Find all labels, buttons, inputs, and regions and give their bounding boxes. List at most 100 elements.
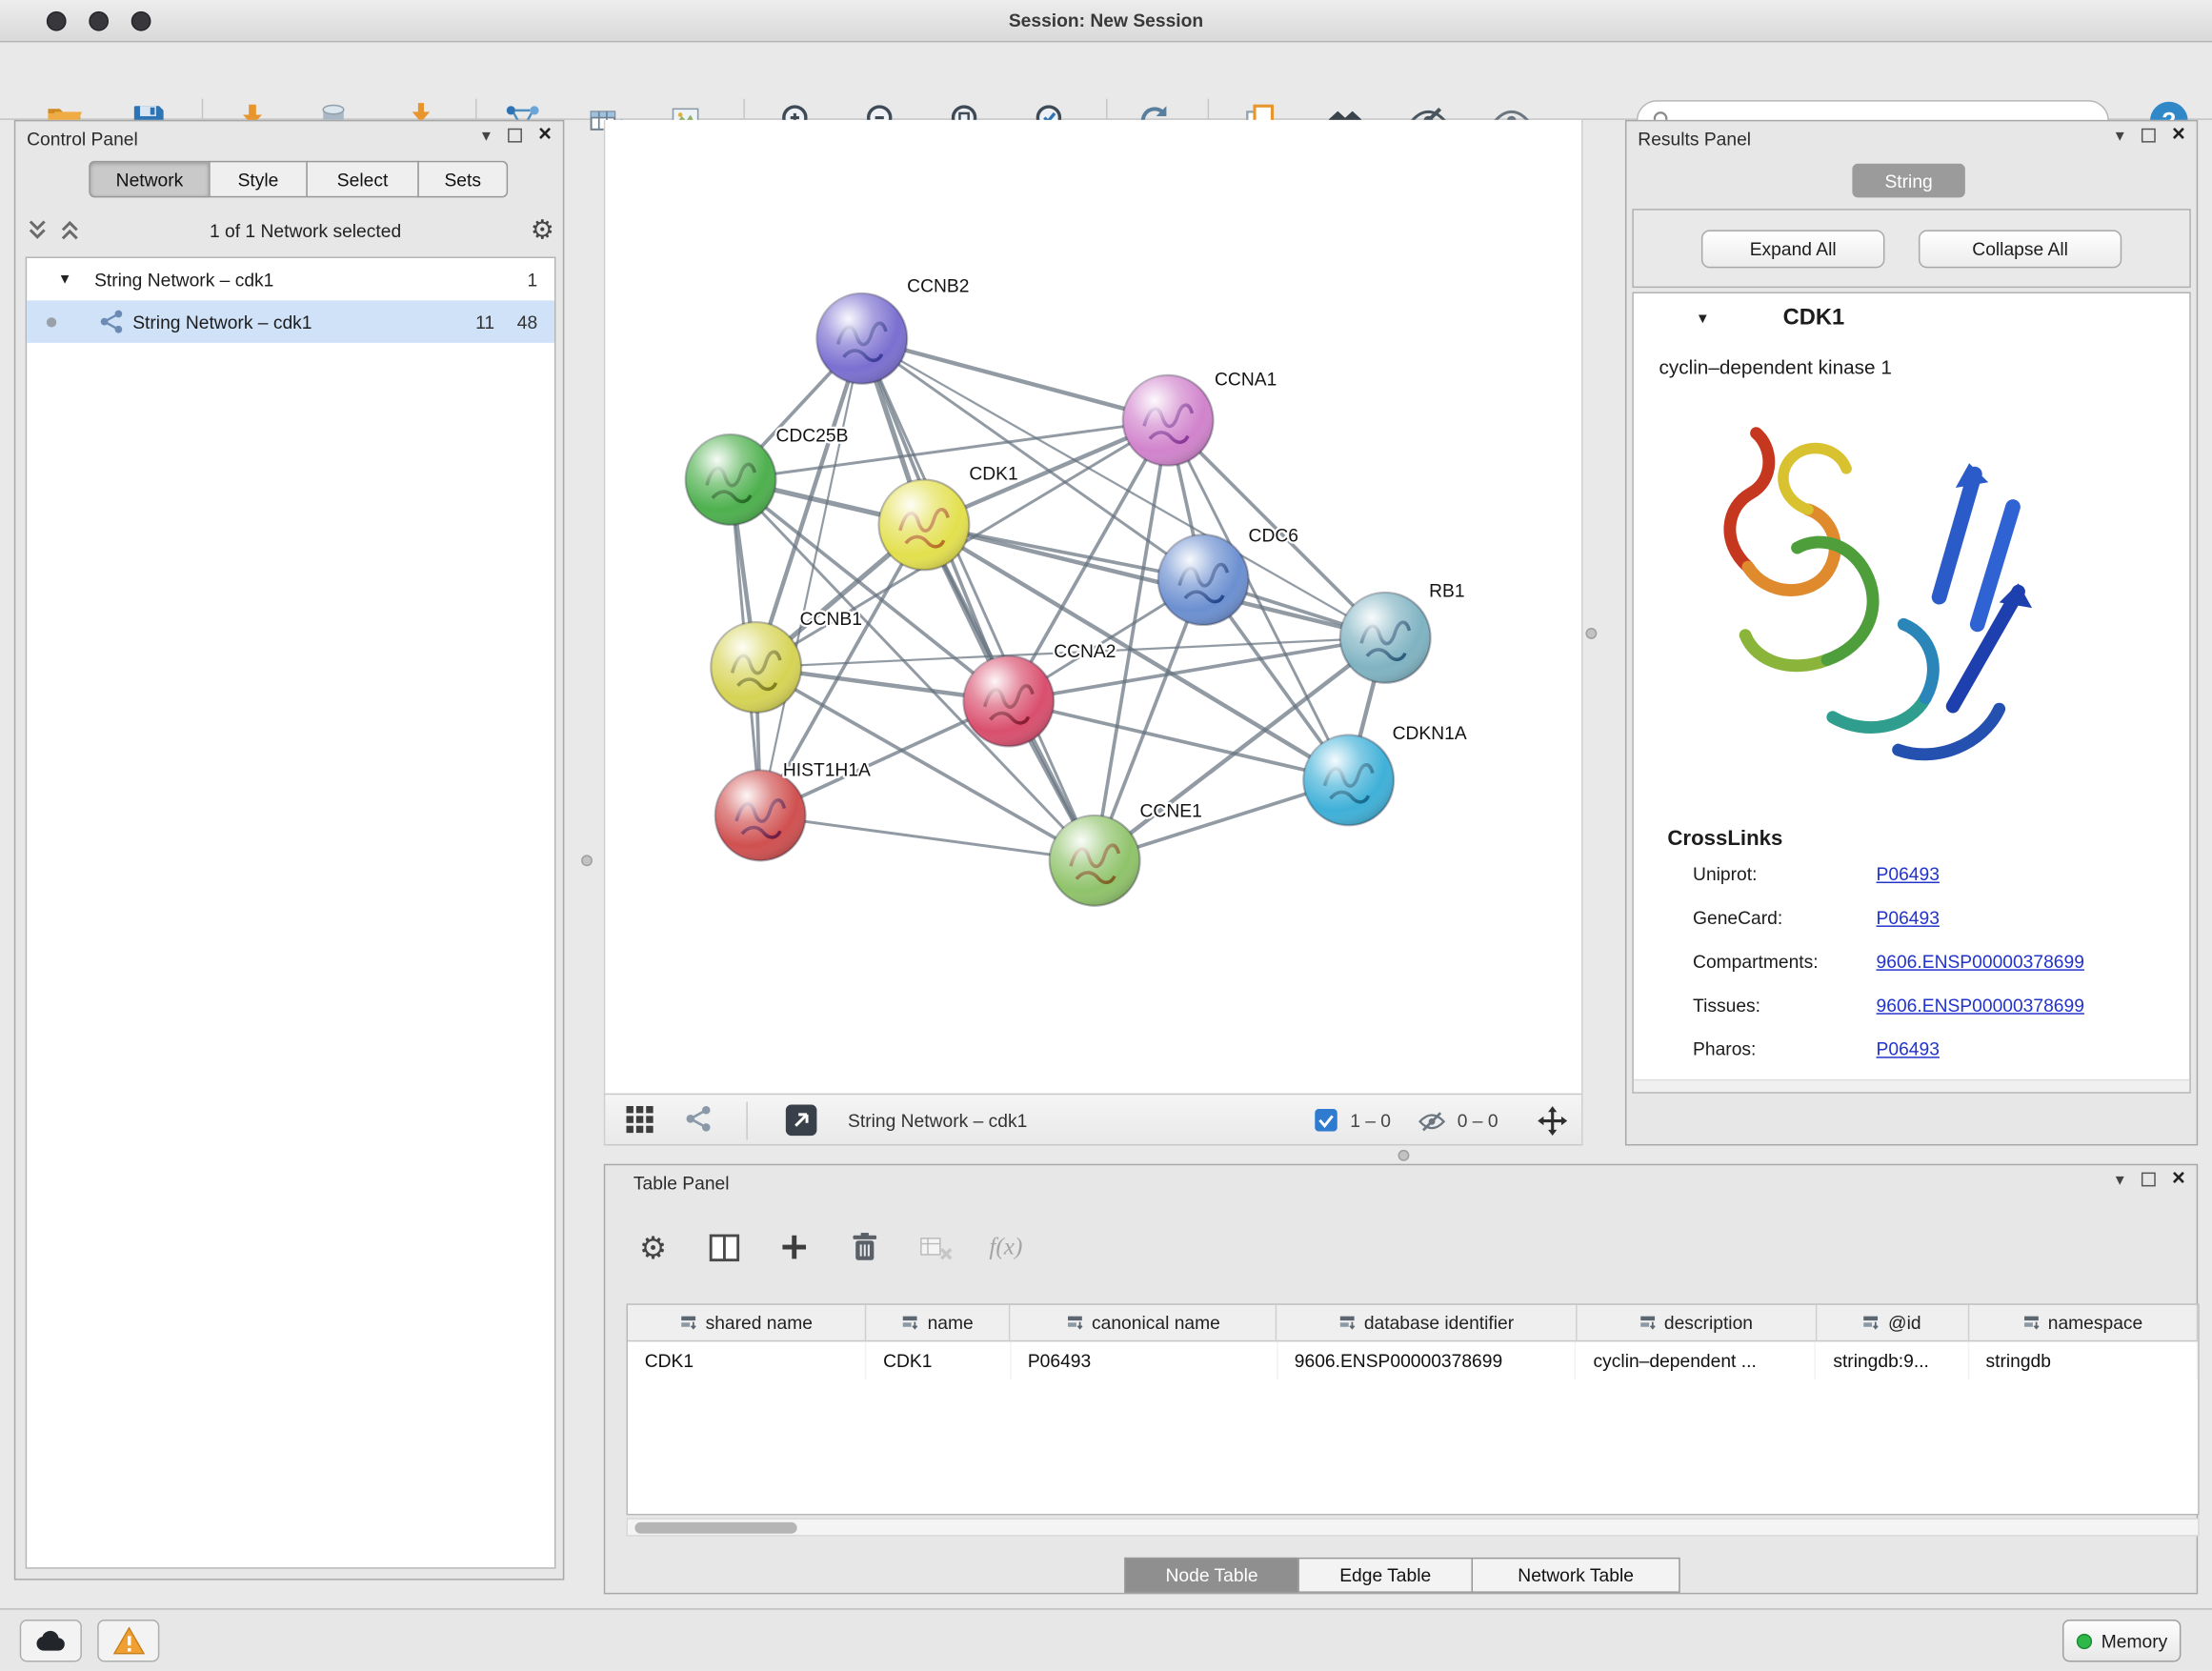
network-edge[interactable] [760, 815, 1095, 860]
column-header-description[interactable]: description [1577, 1305, 1817, 1340]
network-edge[interactable] [924, 525, 1385, 637]
table-panel: Table Panel ▾ × ⚙ f(x) shared name [604, 1164, 2198, 1595]
hidden-elements-button[interactable] [1418, 1107, 1446, 1136]
column-header-name[interactable]: name [866, 1305, 1010, 1340]
node-label: CDKN1A [1393, 724, 1467, 744]
crosslink-tissues-link[interactable]: 9606.ENSP00000378699 [1877, 995, 2084, 1016]
column-header-canonical-name[interactable]: canonical name [1011, 1305, 1277, 1340]
network-graph[interactable]: CCNB2CCNA1CDC25BCDK1CDC6RB1CCNB1CCNA2CDK… [605, 120, 1584, 1094]
expand-all-icon[interactable] [59, 219, 80, 242]
tab-sets[interactable]: Sets [417, 161, 508, 198]
delete-table-button-disabled[interactable] [915, 1227, 955, 1266]
network-node-hist1h1a[interactable]: HIST1H1A [715, 760, 871, 860]
control-panel-title: Control Panel [27, 129, 138, 150]
plus-icon [777, 1230, 812, 1264]
title-bar: Session: New Session [0, 0, 2212, 42]
network-node-cdk1[interactable]: CDK1 [879, 464, 1018, 570]
results-panel-title: Results Panel [1638, 129, 1751, 150]
crosslink-label: Compartments: [1693, 951, 1819, 972]
network-node-cdkn1a[interactable]: CDKN1A [1303, 724, 1467, 825]
node-table: shared name name canonical name database… [627, 1303, 2200, 1515]
network-type-button[interactable] [684, 1105, 713, 1134]
function-builder-button-disabled[interactable]: f(x) [986, 1227, 1025, 1266]
column-header-shared-name[interactable]: shared name [628, 1305, 866, 1340]
network-node-rb1[interactable]: RB1 [1340, 581, 1465, 682]
memory-button[interactable]: Memory [2062, 1620, 2181, 1661]
table-panel-float-icon[interactable] [2141, 1173, 2155, 1187]
column-sort-icon [2022, 1314, 2040, 1331]
network-node-ccna1[interactable]: CCNA1 [1123, 370, 1277, 465]
collapse-all-icon[interactable] [27, 219, 48, 242]
table-panel-menu-icon[interactable]: ▾ [2116, 1170, 2124, 1190]
open-in-window-button[interactable] [784, 1103, 818, 1137]
network-node-count: 11 [475, 312, 494, 332]
collapse-all-button[interactable]: Collapse All [1919, 230, 2122, 268]
gene-collapse-icon[interactable]: ▼ [1696, 312, 1710, 327]
network-edge[interactable] [1009, 701, 1349, 780]
crosslink-genecard-link[interactable]: P06493 [1877, 907, 1940, 928]
grid-icon [625, 1105, 656, 1137]
cloud-icon [34, 1628, 69, 1654]
network-edge[interactable] [862, 338, 1095, 860]
results-panel-close-icon[interactable]: × [2172, 127, 2185, 144]
network-row-selected[interactable]: String Network – cdk1 11 48 [27, 300, 554, 342]
table-panel-close-icon[interactable]: × [2172, 1171, 2185, 1188]
delete-table-icon [917, 1230, 953, 1265]
tab-node-table[interactable]: Node Table [1124, 1558, 1299, 1593]
control-panel-menu-icon[interactable]: ▾ [482, 126, 491, 146]
column-header-id[interactable]: @id [1817, 1305, 1969, 1340]
table-row[interactable]: CDK1 CDK1 P06493 9606.ENSP00000378699 cy… [628, 1341, 2198, 1379]
cell-database-identifier: 9606.ENSP00000378699 [1277, 1341, 1577, 1379]
pan-mode-button[interactable] [1537, 1105, 1569, 1137]
move-crosshair-icon [1537, 1105, 1569, 1137]
results-horizontal-scrollbar[interactable] [1634, 1079, 2189, 1092]
collection-expand-icon[interactable]: ▼ [58, 272, 72, 287]
node-label: CCNA2 [1054, 642, 1116, 662]
tab-edge-table[interactable]: Edge Table [1297, 1558, 1473, 1593]
node-label: CCNE1 [1140, 801, 1202, 821]
control-panel-float-icon[interactable] [508, 129, 522, 143]
results-panel-menu-icon[interactable]: ▾ [2116, 126, 2124, 146]
birds-eye-view-button[interactable] [625, 1105, 656, 1137]
tab-select[interactable]: Select [306, 161, 418, 198]
network-node-ccnb1[interactable]: CCNB1 [711, 610, 862, 713]
network-view-canvas[interactable]: CCNB2CCNA1CDC25BCDK1CDC6RB1CCNB1CCNA2CDK… [604, 120, 1583, 1094]
tab-network[interactable]: Network [89, 161, 210, 198]
table-horizontal-scrollbar[interactable] [627, 1518, 2200, 1536]
hidden-count-badge: 0 – 0 [1458, 1095, 1498, 1147]
results-panel-float-icon[interactable] [2141, 129, 2155, 143]
column-header-namespace[interactable]: namespace [1969, 1305, 2199, 1340]
column-sort-icon [680, 1314, 697, 1331]
delete-column-button[interactable] [845, 1227, 884, 1266]
expand-all-button[interactable]: Expand All [1701, 230, 1885, 268]
results-panel: Results Panel ▾ × String Expand All Coll… [1625, 120, 2198, 1146]
left-splitter-handle[interactable] [581, 855, 593, 866]
cell-id: stringdb:9... [1817, 1341, 1969, 1379]
table-settings-gear-icon[interactable]: ⚙ [633, 1227, 673, 1266]
crosslink-uniprot-link[interactable]: P06493 [1877, 863, 1940, 884]
table-toolbar: ⚙ f(x) [633, 1224, 1026, 1269]
cloud-status-button[interactable] [20, 1620, 82, 1661]
column-header-database-identifier[interactable]: database identifier [1277, 1305, 1577, 1340]
bottom-splitter-handle[interactable] [1398, 1150, 1410, 1161]
tab-style[interactable]: Style [209, 161, 308, 198]
tab-network-table[interactable]: Network Table [1472, 1558, 1680, 1593]
network-collection-row[interactable]: ▼ String Network – cdk1 1 [27, 258, 554, 300]
crosslink-pharos-link[interactable]: P06493 [1877, 1038, 1940, 1059]
network-edge[interactable] [760, 338, 862, 815]
add-column-button[interactable] [774, 1227, 814, 1266]
network-options-gear-icon[interactable]: ⚙ [531, 216, 554, 243]
status-bar: Memory [0, 1608, 2212, 1670]
warnings-button[interactable] [97, 1620, 159, 1661]
scrollbar-thumb[interactable] [634, 1522, 796, 1534]
network-current-dot-icon [47, 316, 56, 326]
network-edge[interactable] [862, 338, 1168, 420]
control-panel-close-icon[interactable]: × [538, 127, 552, 144]
network-node-ccnb2[interactable]: CCNB2 [816, 277, 969, 384]
tab-string[interactable]: String [1852, 164, 1964, 198]
crosslink-compartments-link[interactable]: 9606.ENSP00000378699 [1877, 951, 2084, 972]
selected-nodes-checkbox[interactable] [1315, 1109, 1337, 1132]
show-columns-button[interactable] [704, 1227, 743, 1266]
right-splitter-handle[interactable] [1585, 628, 1597, 639]
column-sort-icon [1338, 1314, 1356, 1331]
